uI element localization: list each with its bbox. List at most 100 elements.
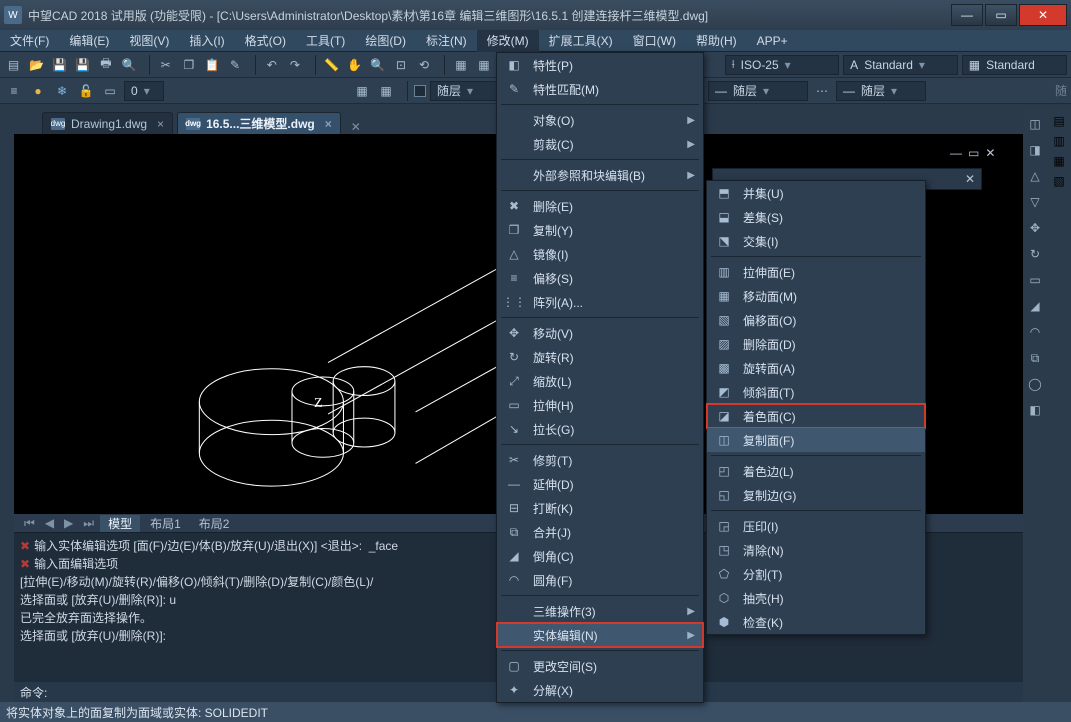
layer-tools2-icon[interactable]: ▦ [376, 81, 396, 101]
solidedit-menu-item[interactable]: ▦移动面(M) [707, 284, 925, 308]
modify-menu-item[interactable]: 剪裁(C)▶ [497, 132, 703, 156]
solidedit-menu-item[interactable]: ▥拉伸面(E) [707, 260, 925, 284]
tab-close-icon[interactable]: × [325, 117, 332, 131]
solidedit-menu-item[interactable]: ◰着色边(L) [707, 459, 925, 483]
freeze-icon[interactable]: ❄ [52, 81, 72, 101]
close-button[interactable]: ✕ [1019, 4, 1067, 26]
layout-last-icon[interactable]: ⏭ [79, 516, 98, 531]
solidedit-menu-item[interactable]: ⬢检查(K) [707, 610, 925, 634]
open-icon[interactable]: 📂 [27, 55, 46, 75]
dimstyle-combo[interactable]: ⟊ ISO-25 ▾ [725, 55, 840, 75]
solidedit-menu-item[interactable]: ⬒并集(U) [707, 181, 925, 205]
modify-menu-item[interactable]: △镜像(I) [497, 242, 703, 266]
palette-d-icon[interactable]: ▽ [1025, 192, 1045, 212]
palette-k-icon[interactable]: ◯ [1025, 374, 1045, 394]
document-tab[interactable]: dwgDrawing1.dwg× [42, 112, 173, 134]
layout-next-icon[interactable]: ▶ [60, 516, 77, 530]
solidedit-menu-item[interactable]: ◩倾斜面(T) [707, 380, 925, 404]
save-icon[interactable]: 💾 [50, 55, 69, 75]
modify-menu-item[interactable]: ✎特性匹配(M) [497, 77, 703, 101]
bylayer-check[interactable] [414, 85, 426, 97]
modify-menu-item[interactable]: ✖删除(E) [497, 194, 703, 218]
save-all-icon[interactable]: 💾 [73, 55, 92, 75]
palette-c-icon[interactable]: △ [1025, 166, 1045, 186]
modify-menu-item[interactable]: 三维操作(3)▶ [497, 599, 703, 623]
tab-close-icon[interactable]: × [157, 117, 164, 131]
modify-menu-item[interactable]: ◧特性(P) [497, 53, 703, 77]
modify-menu-item[interactable]: ⤢缩放(L) [497, 369, 703, 393]
menu-标注[interactable]: 标注(N) [416, 30, 477, 52]
modify-menu-item[interactable]: ▢更改空间(S) [497, 654, 703, 678]
copy-icon[interactable]: ❐ [179, 55, 198, 75]
lineweight-icon[interactable]: ⋯ [812, 81, 832, 101]
menu-修改[interactable]: 修改(M) [477, 30, 539, 52]
modify-menu-item[interactable]: ✦分解(X) [497, 678, 703, 702]
menu-格式[interactable]: 格式(O) [235, 30, 296, 52]
modify-menu-item[interactable]: ✂修剪(T) [497, 448, 703, 472]
layout-tab-模型[interactable]: 模型 [100, 515, 140, 532]
xref-icon[interactable]: ▦ [474, 55, 493, 75]
layer-color-icon[interactable]: ▭ [100, 81, 120, 101]
menu-视图[interactable]: 视图(V) [119, 30, 179, 52]
solidedit-menu-item[interactable]: ◫复制面(F) [707, 428, 925, 452]
maximize-button[interactable]: ▭ [985, 4, 1017, 26]
solidedit-menu-item[interactable]: ▩旋转面(A) [707, 356, 925, 380]
modify-menu-item[interactable]: ⋮⋮阵列(A)... [497, 290, 703, 314]
solidedit-menu-item[interactable]: ◱复制边(G) [707, 483, 925, 507]
solidedit-menu-item[interactable]: ⬡抽壳(H) [707, 586, 925, 610]
palette-e-icon[interactable]: ✥ [1025, 218, 1045, 238]
zoom-prev-icon[interactable]: ⟲ [415, 55, 434, 75]
layer-zero-combo[interactable]: 0▾ [124, 81, 164, 101]
solidedit-menu-item[interactable]: ◪着色面(C) [707, 404, 925, 428]
menu-帮助[interactable]: 帮助(H) [686, 30, 747, 52]
modify-menu-item[interactable]: ◠圆角(F) [497, 568, 703, 592]
modify-menu-item[interactable]: ⧉合并(J) [497, 520, 703, 544]
float-panel-close-icon[interactable]: ✕ [965, 172, 975, 186]
palette-l-icon[interactable]: ◧ [1025, 400, 1045, 420]
block-icon[interactable]: ▦ [451, 55, 470, 75]
palette-f-icon[interactable]: ↻ [1025, 244, 1045, 264]
float-close-icon[interactable]: ✕ [985, 146, 995, 160]
tablestyle-combo[interactable]: ▦ Standard [962, 55, 1067, 75]
palette2-a-icon[interactable]: ▤ [1053, 114, 1064, 128]
modify-menu-item[interactable]: ⊟打断(K) [497, 496, 703, 520]
palette-j-icon[interactable]: ⧉ [1025, 348, 1045, 368]
palette2-b-icon[interactable]: ▥ [1053, 134, 1064, 148]
solidedit-menu-item[interactable]: ◲压印(I) [707, 514, 925, 538]
palette2-c-icon[interactable]: ▦ [1053, 154, 1064, 168]
menu-app+[interactable]: APP+ [747, 30, 798, 52]
textstyle-combo[interactable]: A Standard ▾ [843, 55, 958, 75]
lineweight-combo[interactable]: —随层▾ [836, 81, 926, 101]
modify-menu-item[interactable]: 对象(O)▶ [497, 108, 703, 132]
document-tab[interactable]: dwg16.5...三维模型.dwg× [177, 112, 341, 134]
redo-icon[interactable]: ↷ [285, 55, 304, 75]
measure-icon[interactable]: 📏 [322, 55, 341, 75]
undo-icon[interactable]: ↶ [262, 55, 281, 75]
float-max-icon[interactable]: ▭ [968, 146, 979, 160]
print-icon[interactable]: 🖶 [96, 55, 115, 75]
layout-tab-布局2[interactable]: 布局2 [191, 515, 238, 532]
layer-icon[interactable]: ≡ [4, 81, 24, 101]
solidedit-menu-item[interactable]: ▨删除面(D) [707, 332, 925, 356]
modify-menu-item[interactable]: ↘拉长(G) [497, 417, 703, 441]
palette-h-icon[interactable]: ◢ [1025, 296, 1045, 316]
solidedit-menu-item[interactable]: ⬔交集(I) [707, 229, 925, 253]
bulb-icon[interactable]: ● [28, 81, 48, 101]
minimize-button[interactable]: — [951, 4, 983, 26]
solidedit-menu-item[interactable]: ⬓差集(S) [707, 205, 925, 229]
modify-menu-item[interactable]: ▭拉伸(H) [497, 393, 703, 417]
modify-menu-item[interactable]: 实体编辑(N)▶ [497, 623, 703, 647]
new-icon[interactable]: ▤ [4, 55, 23, 75]
pan-icon[interactable]: ✋ [345, 55, 364, 75]
palette-g-icon[interactable]: ▭ [1025, 270, 1045, 290]
palette-b-icon[interactable]: ◨ [1025, 140, 1045, 160]
layout-tab-布局1[interactable]: 布局1 [142, 515, 189, 532]
zoom-icon[interactable]: 🔍 [368, 55, 387, 75]
layer-tools-icon[interactable]: ▦ [352, 81, 372, 101]
solidedit-menu-item[interactable]: ▧偏移面(O) [707, 308, 925, 332]
modify-menu-item[interactable]: ✥移动(V) [497, 321, 703, 345]
modify-menu-item[interactable]: —延伸(D) [497, 472, 703, 496]
float-min-icon[interactable]: — [950, 146, 962, 160]
menu-绘图[interactable]: 绘图(D) [355, 30, 416, 52]
linetype-combo[interactable]: —随层▾ [708, 81, 808, 101]
